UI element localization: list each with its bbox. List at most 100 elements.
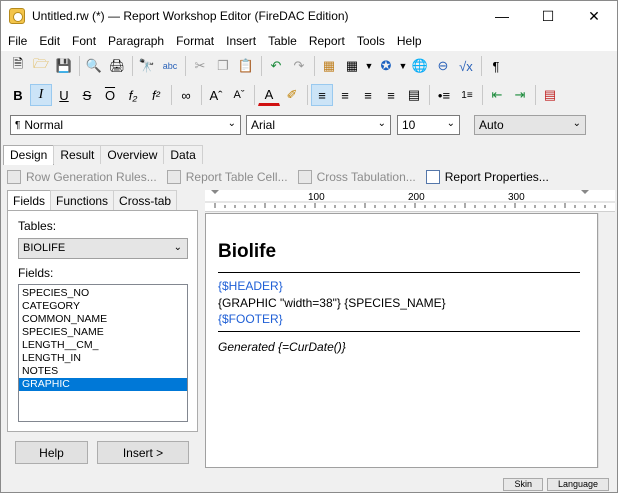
italic-icon[interactable]: I — [30, 84, 52, 106]
new-icon[interactable]: 🗎 — [7, 55, 29, 77]
color-combo[interactable]: Auto ⌄ — [474, 115, 586, 135]
list-item[interactable]: CATEGORY — [19, 300, 187, 313]
language-button[interactable]: Language — [546, 478, 609, 491]
menu-insert[interactable]: Insert — [219, 31, 261, 51]
numbering-icon[interactable]: 1≡ — [456, 84, 478, 106]
menu-file[interactable]: File — [1, 31, 32, 51]
row-generation-rules-button[interactable]: Row Generation Rules... — [7, 170, 157, 184]
decrease-indent-icon[interactable]: ⇤ — [486, 84, 508, 106]
report-properties-button[interactable]: Report Properties... — [425, 170, 549, 184]
cross-tabulation-button[interactable]: Cross Tabulation... — [297, 170, 416, 184]
list-item[interactable]: LENGTH__CM_ — [19, 339, 187, 352]
menu-tools[interactable]: Tools — [350, 31, 390, 51]
superscript-icon[interactable]: f² — [145, 84, 167, 106]
tab-overview[interactable]: Overview — [100, 145, 165, 164]
header-tag[interactable]: {$HEADER} — [218, 279, 283, 293]
subscript-icon[interactable]: f₂ — [122, 84, 144, 106]
insert-picture-icon[interactable]: ▦ — [318, 55, 340, 77]
right-indent-marker[interactable] — [581, 190, 589, 194]
align-right-icon[interactable]: ≡ — [357, 84, 379, 106]
document-editor[interactable]: Biolife {$HEADER} {GRAPHIC "width=38"} {… — [205, 213, 598, 468]
print-preview-icon[interactable]: 🔍 — [83, 55, 105, 77]
help-button[interactable]: Help — [15, 441, 88, 464]
doc-heading[interactable]: Biolife — [218, 241, 276, 263]
equation-icon[interactable]: √x — [455, 55, 477, 77]
insert-object-icon[interactable]: ⊖ — [432, 55, 454, 77]
tab-design[interactable]: Design — [3, 145, 55, 165]
justify-icon[interactable]: ≡ — [380, 84, 402, 106]
show-formatting-icon[interactable]: ¶ — [485, 55, 507, 77]
bullets-icon[interactable]: •≡ — [433, 84, 455, 106]
maximize-button[interactable]: ☐ — [525, 1, 571, 31]
menu-format[interactable]: Format — [169, 31, 219, 51]
report-table-cell-button[interactable]: Report Table Cell... — [166, 170, 288, 184]
overline-icon[interactable]: O — [99, 84, 121, 106]
menu-paragraph[interactable]: Paragraph — [101, 31, 169, 51]
hidden-text-icon[interactable]: ∞ — [175, 84, 197, 106]
menu-help[interactable]: Help — [390, 31, 427, 51]
table-dropdown-icon[interactable]: ▼ — [364, 55, 374, 77]
underline-icon[interactable]: U — [53, 84, 75, 106]
list-item[interactable]: SPECIES_NO — [19, 287, 187, 300]
increase-indent-icon[interactable]: ⇥ — [509, 84, 531, 106]
find-icon[interactable]: 🔭 — [136, 55, 158, 77]
insert-button[interactable]: Insert > — [97, 441, 189, 464]
strikethrough-icon[interactable]: S — [76, 84, 98, 106]
align-center-icon[interactable]: ≡ — [334, 84, 356, 106]
list-item-selected[interactable]: GRAPHIC — [19, 378, 187, 391]
tab-cross-tab[interactable]: Cross-tab — [113, 190, 178, 210]
menu-table[interactable]: Table — [261, 31, 302, 51]
tab-result[interactable]: Result — [53, 145, 102, 164]
cut-icon[interactable]: ✂ — [189, 55, 211, 77]
open-icon[interactable]: 🗁 — [30, 55, 52, 77]
grid-icon — [297, 170, 312, 184]
status-bar: Skin Language — [1, 476, 617, 493]
redo-icon[interactable]: ↷ — [288, 55, 310, 77]
paragraph-border-icon[interactable]: ▤ — [539, 84, 561, 106]
list-item[interactable]: NOTES — [19, 365, 187, 378]
list-item[interactable]: SPECIES_NAME — [19, 326, 187, 339]
undo-icon[interactable]: ↶ — [265, 55, 287, 77]
save-icon[interactable]: 💾 — [53, 55, 75, 77]
tables-combo[interactable]: BIOLIFE ⌄ — [18, 238, 188, 259]
print-icon[interactable]: 🖨 — [106, 55, 128, 77]
generated-line[interactable]: Generated {=CurDate()} — [218, 340, 346, 354]
text-color-icon[interactable]: A — [258, 84, 280, 106]
font-combo[interactable]: Arial ⌄ — [246, 115, 391, 135]
symbol-dropdown-icon[interactable]: ▼ — [398, 55, 408, 77]
style-value: Normal — [24, 118, 64, 132]
tab-data[interactable]: Data — [163, 145, 203, 164]
highlight-icon[interactable]: ✐ — [281, 84, 303, 106]
tab-functions[interactable]: Functions — [50, 190, 115, 210]
menu-report[interactable]: Report — [302, 31, 350, 51]
divider — [218, 331, 580, 332]
bold-icon[interactable]: B — [7, 84, 29, 106]
font-size-combo[interactable]: 10 ⌄ — [397, 115, 460, 135]
style-combo[interactable]: ¶ Normal ⌄ — [10, 115, 241, 135]
vertical-scrollbar[interactable] — [598, 213, 615, 468]
list-item[interactable]: COMMON_NAME — [19, 313, 187, 326]
insert-table-icon[interactable]: ▦ — [341, 55, 363, 77]
grow-font-icon[interactable]: Aˆ — [205, 84, 227, 106]
align-left-icon[interactable]: ≡ — [311, 84, 333, 106]
menu-edit[interactable]: Edit — [32, 31, 65, 51]
graphic-field-line[interactable]: {GRAPHIC "width=38"} {SPECIES_NAME} — [218, 296, 446, 310]
spell-check-icon[interactable]: abc — [159, 55, 181, 77]
fields-list[interactable]: SPECIES_NO CATEGORY COMMON_NAME SPECIES_… — [18, 284, 188, 422]
ruler[interactable]: 100 200 300 — [205, 190, 615, 212]
minimize-button[interactable]: — — [479, 1, 525, 31]
indent-marker[interactable] — [211, 190, 219, 194]
copy-icon[interactable]: ❐ — [212, 55, 234, 77]
menu-font[interactable]: Font — [65, 31, 101, 51]
skin-button[interactable]: Skin — [503, 478, 543, 491]
report-properties-label: Report Properties... — [444, 170, 549, 184]
list-item[interactable]: LENGTH_IN — [19, 352, 187, 365]
distribute-icon[interactable]: ▤ — [403, 84, 425, 106]
paste-icon[interactable]: 📋 — [235, 55, 257, 77]
shrink-font-icon[interactable]: Aˇ — [228, 84, 250, 106]
tab-fields[interactable]: Fields — [7, 190, 52, 210]
insert-symbol-icon[interactable]: ✪ — [375, 55, 397, 77]
footer-tag[interactable]: {$FOOTER} — [218, 312, 283, 326]
hyperlink-icon[interactable]: 🌐 — [409, 55, 431, 77]
close-button[interactable]: ✕ — [571, 1, 617, 31]
